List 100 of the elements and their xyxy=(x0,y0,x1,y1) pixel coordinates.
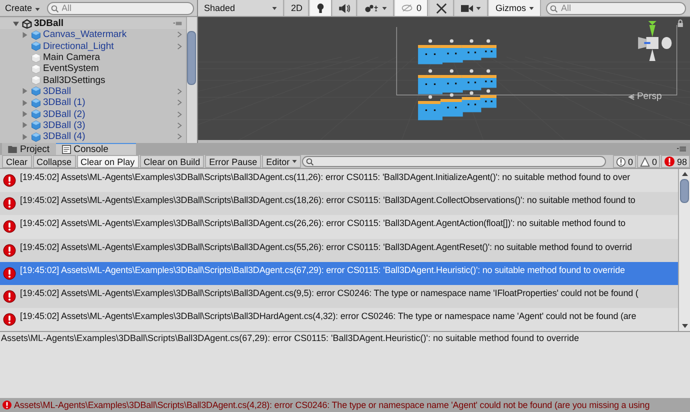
log-message: [19:45:02] Assets\ML-Agents\Examples\3DBall\Scripts\Ball3DAgent.cs(26,26): error CS0115: 'Ball3DAgent.AgentAction(float[])': no suitable method found to xyxy=(20,217,626,228)
create-dropdown[interactable]: Create xyxy=(3,2,42,14)
scrollbar[interactable] xyxy=(186,17,197,143)
cube-with-ball-drawing xyxy=(440,69,463,93)
console-toggle-button[interactable]: Clear on Play xyxy=(76,155,139,168)
scroll-thumb[interactable] xyxy=(187,31,196,85)
eye-slash-icon xyxy=(401,4,414,12)
hierarchy-item[interactable]: 3DBall (3) xyxy=(0,120,186,131)
console-toggle-button[interactable]: Clear on Build xyxy=(140,155,204,168)
error-icon xyxy=(3,174,16,187)
error-icon xyxy=(3,220,16,234)
expand-arrow-icon[interactable] xyxy=(13,20,19,27)
hierarchy-item[interactable]: Main Camera xyxy=(0,52,186,64)
cube-with-ball-drawing xyxy=(480,39,496,58)
cube-with-ball-drawing xyxy=(418,95,442,120)
folder-icon xyxy=(8,146,17,152)
lock-icon[interactable] xyxy=(678,20,683,27)
hierarchy-item[interactable]: 3DBall (1) xyxy=(0,97,186,108)
cube-with-ball-drawing xyxy=(440,39,463,63)
caret-icon xyxy=(272,6,277,10)
caret-icon xyxy=(382,6,388,10)
info-count-toggle[interactable]: 0 xyxy=(612,155,636,168)
error-icon xyxy=(3,266,16,280)
search-icon xyxy=(306,158,314,166)
cube-icon xyxy=(31,30,41,40)
object-name: 3DBall (2) xyxy=(43,108,86,120)
console-toggle-button[interactable]: Error Pause xyxy=(205,155,262,168)
console-toggle-button[interactable]: Collapse xyxy=(32,155,76,168)
effects-toggle[interactable] xyxy=(358,0,394,16)
cube-with-ball-drawing xyxy=(462,39,482,60)
orientation-gizmo[interactable] xyxy=(638,21,672,61)
cube-icon xyxy=(31,52,41,63)
scene-name: 3DBall xyxy=(34,18,65,30)
projection-toggle[interactable]: Persp xyxy=(628,91,662,102)
log-entry[interactable]: [19:45:02] Assets\ML-Agents\Examples\3DBall\Scripts\Ball3DAgent.cs(67,29): error CS0115: 'Ball3DAgent.Heuristic()': no suitable method found to override xyxy=(0,262,678,285)
caret-icon xyxy=(476,6,482,10)
expand-arrow-icon[interactable] xyxy=(22,32,28,38)
cube-icon xyxy=(31,41,41,52)
object-name: 3DBall (3) xyxy=(43,120,86,131)
warning-count-toggle[interactable]: 0 xyxy=(636,155,660,168)
search-icon xyxy=(50,4,59,12)
search-field[interactable] xyxy=(302,156,606,167)
panel-tab[interactable]: Console xyxy=(56,143,136,155)
hierarchy-item[interactable]: 3DBall xyxy=(0,86,186,98)
hidden-objects-toggle[interactable]: 0 xyxy=(395,0,428,16)
log-message: [19:45:02] Assets\ML-Agents\Examples\3DBall\Scripts\Ball3DAgent.cs(18,26): error CS0115: 'Ball3DAgent.CollectObservations()': no suitable method found to xyxy=(20,194,636,206)
search-field[interactable]: All xyxy=(546,2,686,14)
lightbulb-icon xyxy=(316,2,326,14)
caret-icon xyxy=(292,160,297,163)
search-icon xyxy=(550,4,558,12)
cube-icon xyxy=(31,132,41,142)
gizmos-dropdown[interactable]: Gizmos xyxy=(489,0,541,16)
camera-dropdown[interactable] xyxy=(455,0,488,16)
menu-icon[interactable] xyxy=(677,146,686,152)
hierarchy-item[interactable]: 3DBall (4) xyxy=(0,130,186,142)
document-icon xyxy=(62,145,71,154)
menu-icon[interactable] xyxy=(172,21,182,26)
error-icon xyxy=(3,290,16,303)
hierarchy-item[interactable]: Canvas_Watermark xyxy=(0,29,186,41)
tools-button[interactable] xyxy=(430,0,454,16)
console-toggle-button[interactable]: Clear xyxy=(2,155,32,168)
object-name: Ball3DSettings xyxy=(43,74,106,86)
error-icon xyxy=(3,244,16,257)
object-name: Directional_Light xyxy=(43,40,115,52)
scroll-thumb[interactable] xyxy=(680,179,689,203)
hierarchy-item[interactable]: Directional_Light xyxy=(0,40,186,52)
caret-icon xyxy=(34,8,40,11)
cube-with-ball-drawing xyxy=(480,69,496,88)
hierarchy-item[interactable]: 3DBall (2) xyxy=(0,108,186,120)
projection-arrow-icon xyxy=(628,94,635,100)
scroll-down-icon[interactable] xyxy=(682,324,688,328)
scroll-up-icon[interactable] xyxy=(682,172,688,176)
audio-toggle[interactable] xyxy=(333,0,358,16)
log-message: [19:45:02] Assets\ML-Agents\Examples\3DBall\Scripts\Ball3DAgent.cs(67,29): error CS0115: 'Ball3DAgent.Heuristic()': no suitable method found to override xyxy=(20,264,625,275)
cube-icon xyxy=(31,98,41,108)
log-entry[interactable]: [19:45:02] Assets\ML-Agents\Examples\3DBall\Scripts\Ball3DAgent.cs(55,26): error CS0115: 'Ball3DAgent.AgentReset()': no suitable method found to overrid xyxy=(0,238,678,262)
cube-icon xyxy=(31,64,41,74)
crossed-tools-icon xyxy=(436,2,448,14)
error-icon xyxy=(3,197,16,210)
search-field[interactable]: All xyxy=(46,2,194,14)
log-entry[interactable]: [19:45:02] Assets\ML-Agents\Examples\3DBall\Scripts\Ball3DAgent.cs(18,26): error CS0115: 'Ball3DAgent.CollectObservations()': no suitable method found to xyxy=(0,192,678,216)
shading-dropdown[interactable]: Shaded xyxy=(198,0,284,16)
log-entry[interactable]: [19:45:02] Assets\ML-Agents\Examples\3DBall\Scripts\Ball3DAgent.cs(9,5): error CS0246: The type or namespace name 'IFloatProperties' could not be found ( xyxy=(0,284,678,308)
status-message: Assets\ML-Agents\Examples\3DBall\Scripts\Ball3DAgent.cs(4,28): error CS0246: The type or namespace name 'Agent' could not be found (are you missing a using xyxy=(14,400,650,410)
hierarchy-item[interactable]: EventSystem xyxy=(0,63,186,74)
scene-header[interactable]: 3DBall xyxy=(0,18,186,30)
cube-with-ball-drawing xyxy=(480,89,496,108)
panel-tab[interactable]: Project xyxy=(2,143,56,155)
cube-with-ball-drawing xyxy=(462,69,482,90)
error-icon xyxy=(2,400,12,410)
lighting-toggle[interactable] xyxy=(310,0,332,16)
scene-viewport[interactable]: Persp xyxy=(198,17,690,140)
2d-toggle[interactable]: 2D xyxy=(284,0,310,16)
hierarchy-item[interactable]: Ball3DSettings xyxy=(0,74,186,86)
camera-icon xyxy=(461,4,474,12)
error-count-toggle[interactable]: 98 xyxy=(660,155,690,168)
object-name: 3DBall (1) xyxy=(43,97,86,108)
editor-dropdown[interactable]: Editor xyxy=(262,155,301,168)
cube-with-ball-drawing xyxy=(462,91,482,112)
scrollbar[interactable] xyxy=(678,169,690,331)
